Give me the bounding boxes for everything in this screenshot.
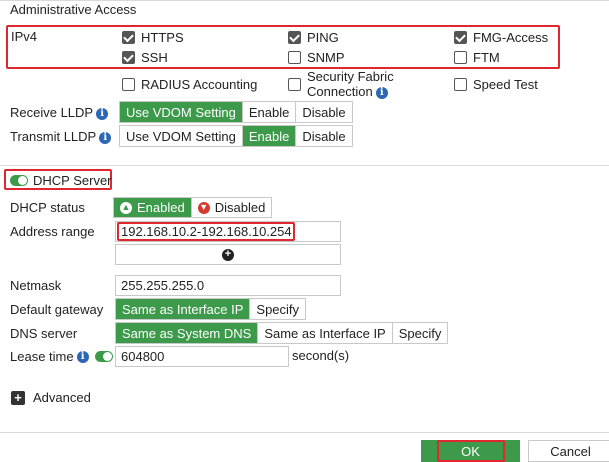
receive-lldp-text: Receive LLDP	[10, 105, 94, 120]
dns-server-label: DNS server	[10, 326, 78, 341]
netmask-label: Netmask	[10, 278, 62, 293]
checkbox-label: FMG-Access	[473, 30, 549, 45]
receive-lldp-label: Receive LLDP i	[10, 105, 109, 120]
add-circle-icon[interactable]: +	[222, 248, 234, 261]
transmit-lldp-option-enable[interactable]: Enable	[242, 126, 297, 146]
arrow-down-icon: ▼	[197, 201, 210, 214]
info-icon[interactable]: i	[76, 350, 89, 363]
address-range-highlight-box	[117, 222, 295, 241]
transmit-lldp-option-disable[interactable]: Disable	[296, 126, 351, 146]
default-gateway-segmented[interactable]: Same as Interface IP Specify	[115, 298, 307, 320]
checkbox-security-fabric-connection[interactable]: Security Fabric Connection i	[288, 69, 394, 99]
plus-square-icon[interactable]: +	[11, 390, 25, 405]
advanced-toggle[interactable]: + Advanced	[11, 390, 91, 405]
transmit-lldp-label: Transmit LLDP i	[10, 129, 112, 144]
checkbox-checked-icon[interactable]	[288, 31, 301, 44]
checkbox-checked-icon[interactable]	[122, 31, 135, 44]
enabled-label: Enabled	[137, 200, 185, 215]
transmit-lldp-segmented[interactable]: Use VDOM Setting Enable Disable	[119, 125, 353, 147]
checkbox-label: PING	[307, 30, 339, 45]
address-range-label: Address range	[10, 224, 95, 239]
arrow-up-icon: ▲	[120, 201, 132, 214]
netmask-value: 255.255.255.0	[121, 278, 205, 293]
checkbox-https[interactable]: HTTPS	[122, 30, 184, 45]
footer-divider	[0, 432, 609, 433]
checkbox-ssh[interactable]: SSH	[122, 50, 168, 65]
checkbox-ftm[interactable]: FTM	[454, 50, 500, 65]
checkbox-label: RADIUS Accounting	[141, 77, 258, 92]
checkbox-unchecked-icon[interactable]	[454, 51, 467, 64]
disabled-label: Disabled	[214, 200, 266, 215]
gateway-option-specify[interactable]: Specify	[250, 299, 305, 319]
info-icon[interactable]: i	[96, 107, 109, 120]
checkbox-unchecked-icon[interactable]	[122, 78, 135, 91]
lease-time-toggle[interactable]	[94, 351, 113, 362]
checkbox-ping[interactable]: PING	[288, 30, 339, 45]
lease-time-unit: second(s)	[292, 348, 350, 363]
checkbox-speed-test[interactable]: Speed Test	[454, 77, 538, 92]
dhcp-status-disabled[interactable]: ▼ Disabled	[192, 198, 272, 217]
checkbox-fmg-access[interactable]: FMG-Access	[454, 30, 548, 45]
dhcp-status-segmented[interactable]: ▲ Enabled ▼ Disabled	[113, 197, 273, 218]
checkbox-label-line1: Security Fabric	[307, 69, 394, 84]
ipv4-label: IPv4	[11, 29, 38, 44]
transmit-lldp-text: Transmit LLDP	[10, 129, 97, 144]
receive-lldp-segmented[interactable]: Use VDOM Setting Enable Disable	[119, 101, 353, 123]
checkbox-unchecked-icon[interactable]	[288, 78, 301, 91]
dns-server-segmented[interactable]: Same as System DNS Same as Interface IP …	[115, 322, 449, 344]
checkbox-label: SNMP	[307, 50, 345, 65]
lease-time-label-row: Lease time i	[10, 349, 113, 364]
checkbox-label: FTM	[473, 50, 500, 65]
checkbox-radius-accounting[interactable]: RADIUS Accounting	[122, 77, 257, 92]
receive-lldp-option-use-vdom[interactable]: Use VDOM Setting	[120, 102, 243, 122]
gateway-option-same-as-interface[interactable]: Same as Interface IP	[116, 299, 251, 319]
lease-time-input[interactable]: 604800	[115, 346, 289, 367]
transmit-lldp-option-use-vdom[interactable]: Use VDOM Setting	[120, 126, 243, 146]
advanced-label: Advanced	[33, 390, 91, 405]
lease-time-value: 604800	[121, 349, 165, 364]
checkbox-label: Speed Test	[473, 77, 538, 92]
info-icon[interactable]: i	[99, 131, 112, 144]
lease-time-label: Lease time	[10, 349, 74, 364]
dns-option-same-as-system[interactable]: Same as System DNS	[116, 323, 259, 343]
dhcp-server-toggle-row[interactable]: DHCP Server	[10, 173, 112, 188]
netmask-input[interactable]: 255.255.255.0	[115, 275, 341, 296]
checkbox-checked-icon[interactable]	[454, 31, 467, 44]
receive-lldp-option-enable[interactable]: Enable	[243, 102, 297, 122]
dns-option-same-as-interface[interactable]: Same as Interface IP	[258, 323, 393, 343]
dhcp-status-label: DHCP status	[10, 200, 85, 215]
default-gateway-label: Default gateway	[10, 302, 104, 317]
checkbox-label-line2: Connection	[307, 84, 373, 99]
dhcp-status-enabled[interactable]: ▲ Enabled	[114, 198, 192, 217]
checkbox-label: HTTPS	[141, 30, 184, 45]
checkbox-unchecked-icon[interactable]	[454, 78, 467, 91]
dns-option-specify[interactable]: Specify	[393, 323, 448, 343]
address-range-add-row[interactable]: +	[115, 244, 341, 265]
info-icon[interactable]: i	[375, 86, 388, 99]
checkbox-label: SSH	[141, 50, 168, 65]
checkbox-checked-icon[interactable]	[122, 51, 135, 64]
section-divider	[0, 165, 609, 166]
checkbox-snmp[interactable]: SNMP	[288, 50, 345, 65]
top-divider	[0, 0, 609, 1]
dhcp-server-title: DHCP Server	[33, 173, 112, 188]
receive-lldp-option-disable[interactable]: Disable	[296, 102, 351, 122]
dhcp-server-toggle[interactable]	[10, 175, 28, 186]
section-title-admin-access: Administrative Access	[10, 2, 137, 17]
checkbox-unchecked-icon[interactable]	[288, 51, 301, 64]
